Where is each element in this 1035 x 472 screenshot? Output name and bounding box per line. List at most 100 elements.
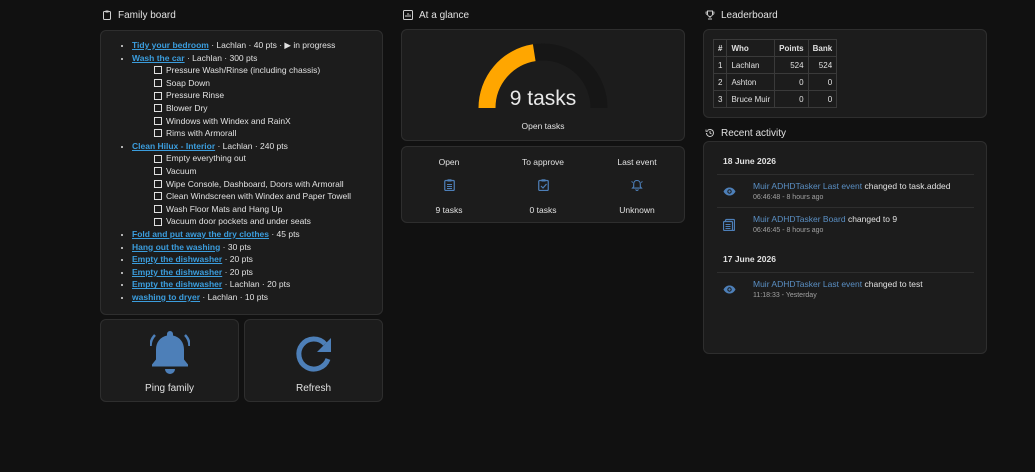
open-tasks-gauge-card: 9 tasks Open tasks xyxy=(401,29,685,141)
leaderboard-body: 1 Lachlan 524 524 2 Ashton 0 0 3 Bruce Muir 0 0 xyxy=(712,56,838,108)
refresh-label: Refresh xyxy=(295,383,331,394)
task-item: Empty the dishwasher · 20 pts xyxy=(132,266,382,279)
trophy-icon xyxy=(705,10,715,20)
family-board-column: Family board Tidy your bedroom · Lachlan… xyxy=(100,0,383,402)
activity-text: Muir ADHDTasker Last event changed to ta… xyxy=(753,181,951,203)
task-link[interactable]: Empty the dishwasher xyxy=(132,267,222,277)
task-link[interactable]: Wash the car xyxy=(132,53,185,63)
task-meta: · Lachlan · 40 pts · ▶ in progress xyxy=(208,40,336,50)
leaderboard-header-row: # Who Points Bank xyxy=(712,39,838,57)
task-meta: · Lachlan · 300 pts xyxy=(184,52,258,63)
leaderboard-cell: Lachlan xyxy=(726,56,776,74)
activity-entity-link[interactable]: Muir ADHDTasker Last event xyxy=(753,279,862,289)
subtask-checkbox[interactable]: Pressure Wash/Rinse (including chassis) xyxy=(154,64,382,77)
recent-activity-title: Recent activity xyxy=(721,127,787,139)
task-meta: · Lachlan · 240 pts xyxy=(215,140,288,151)
clipboard-check-icon xyxy=(537,179,549,191)
activity-change: changed to 9 xyxy=(845,214,898,224)
task-item: Clean Hilux - Interior · Lachlan · 240 p… xyxy=(132,140,382,228)
subtask-checkbox[interactable]: Wash Floor Mats and Hang Up xyxy=(154,203,382,216)
at-a-glance-title: At a glance xyxy=(419,9,470,21)
task-item: washing to dryer · Lachlan · 10 pts xyxy=(132,291,382,304)
family-board-card: Tidy your bedroom · Lachlan · 40 pts · ▶… xyxy=(100,30,383,315)
activity-item: Muir ADHDTasker Board changed to 9 06:46:… xyxy=(717,207,974,240)
leaderboard-cell: 3 xyxy=(712,90,728,108)
subtask-checkbox[interactable]: Soap Down xyxy=(154,77,382,90)
activity-change: changed to test xyxy=(862,279,923,289)
task-meta: · 30 pts xyxy=(220,241,252,252)
subtask-checkbox[interactable]: Vacuum door pockets and under seats xyxy=(154,215,382,228)
leaderboard-column-header: Points xyxy=(774,39,809,57)
leaderboard-cell: 1 xyxy=(712,56,728,74)
task-meta: · Lachlan · 20 pts xyxy=(222,279,291,290)
activity-icon-wrap xyxy=(722,214,753,236)
task-item: Wash the car · Lachlan · 300 ptsPressure… xyxy=(132,52,382,140)
stat-last-event[interactable]: Last event Unknown xyxy=(590,147,684,222)
stat-last-event-heading: Last event xyxy=(617,157,657,167)
leaderboard-row: 3 Bruce Muir 0 0 xyxy=(712,90,838,108)
task-link[interactable]: washing to dryer xyxy=(132,292,200,302)
leaderboard-cell: Ashton xyxy=(726,73,776,91)
task-meta: · 20 pts xyxy=(222,266,253,277)
activity-entity-link[interactable]: Muir ADHDTasker Board xyxy=(753,214,846,224)
leaderboard-table: # Who Points Bank 1 Lachlan 524 524 2 Ashton 0 0 3 B… xyxy=(712,39,838,108)
activity-message: Muir ADHDTasker Last event changed to te… xyxy=(753,279,923,289)
leaderboard-cell: 0 xyxy=(807,73,838,91)
task-link[interactable]: Fold and put away the dry clothes xyxy=(132,229,269,239)
at-a-glance-column: At a glance 9 tasks Open tasks Open 9 ta… xyxy=(401,0,685,223)
activity-date: 17 June 2026 xyxy=(723,254,776,264)
task-meta: · 45 pts xyxy=(268,228,300,239)
stat-last-event-value: Unknown xyxy=(619,205,655,215)
leaderboard-row: 2 Ashton 0 0 xyxy=(712,73,838,91)
eye-icon xyxy=(723,285,736,296)
subtask-checkbox[interactable]: Vacuum xyxy=(154,165,382,178)
clipboard-list-icon xyxy=(443,179,455,191)
task-list: Tidy your bedroom · Lachlan · 40 pts · ▶… xyxy=(132,39,382,303)
bell-ring-icon xyxy=(631,179,643,191)
clipboard-icon xyxy=(103,10,111,20)
activity-time: 06:46:45 - 8 hours ago xyxy=(753,227,824,234)
leaderboard-column-header: # xyxy=(712,39,728,57)
gauge-board-icon xyxy=(403,10,413,20)
subtask-checkbox[interactable]: Pressure Rinse xyxy=(154,89,382,102)
task-link[interactable]: Empty the dishwasher xyxy=(132,254,222,264)
subtask-checkbox[interactable]: Blower Dry xyxy=(154,102,382,115)
ping-family-button[interactable]: Ping family xyxy=(100,319,239,402)
subtask-checkbox[interactable]: Empty everything out xyxy=(154,152,382,165)
activity-icon-wrap xyxy=(723,279,753,301)
leaderboard-cell: 0 xyxy=(774,73,809,91)
stat-to-approve[interactable]: To approve 0 tasks xyxy=(496,147,590,222)
activity-item: Muir ADHDTasker Last event changed to ta… xyxy=(717,174,974,207)
activity-entity-link[interactable]: Muir ADHDTasker Last event xyxy=(753,181,862,191)
activity-time: 06:46:48 - 8 hours ago xyxy=(753,194,824,201)
leaderboard-column-header: Bank xyxy=(807,39,838,57)
task-item: Tidy your bedroom · Lachlan · 40 pts · ▶… xyxy=(132,39,382,52)
subtask-checkbox[interactable]: Rims with Armorall xyxy=(154,127,382,140)
task-link[interactable]: Clean Hilux - Interior xyxy=(132,141,215,151)
ping-family-label: Ping family xyxy=(145,383,194,394)
refresh-button[interactable]: Refresh xyxy=(244,319,383,402)
stat-open-heading: Open xyxy=(438,157,460,167)
leaderboard-header: Leaderboard xyxy=(703,0,987,30)
activity-change: changed to task.added xyxy=(862,181,951,191)
eye-icon xyxy=(723,187,736,198)
task-item: Empty the dishwasher · Lachlan · 20 pts xyxy=(132,278,382,291)
subtask-checkbox[interactable]: Wipe Console, Dashboard, Doors with Armo… xyxy=(154,178,382,191)
subtask-list: Pressure Wash/Rinse (including chassis) S… xyxy=(154,64,382,140)
leaderboard-cell: Bruce Muir xyxy=(726,90,776,108)
gauge-label: Open tasks xyxy=(522,121,565,131)
leaderboard-cell: 524 xyxy=(807,56,838,74)
subtask-list: Empty everything out Vacuum Wipe Console, … xyxy=(154,152,382,228)
leaderboard-card: # Who Points Bank 1 Lachlan 524 524 2 Ashton 0 0 3 B… xyxy=(703,29,987,118)
subtask-checkbox[interactable]: Clean Windscreen with Windex and Paper T… xyxy=(154,190,382,203)
task-link[interactable]: Empty the dishwasher xyxy=(132,279,222,289)
subtask-checkbox[interactable]: Windows with Windex and RainX xyxy=(154,115,382,128)
stat-open-value: 9 tasks xyxy=(435,205,463,215)
gauge-value: 9 tasks xyxy=(510,87,577,110)
task-link[interactable]: Hang out the washing xyxy=(132,242,220,252)
leaderboard-row: 1 Lachlan 524 524 xyxy=(712,56,838,74)
task-link[interactable]: Tidy your bedroom xyxy=(132,40,209,50)
leaderboard-column-header: Who xyxy=(726,39,776,57)
stat-open[interactable]: Open 9 tasks xyxy=(402,147,496,222)
task-meta: · Lachlan · 10 pts xyxy=(200,291,269,302)
